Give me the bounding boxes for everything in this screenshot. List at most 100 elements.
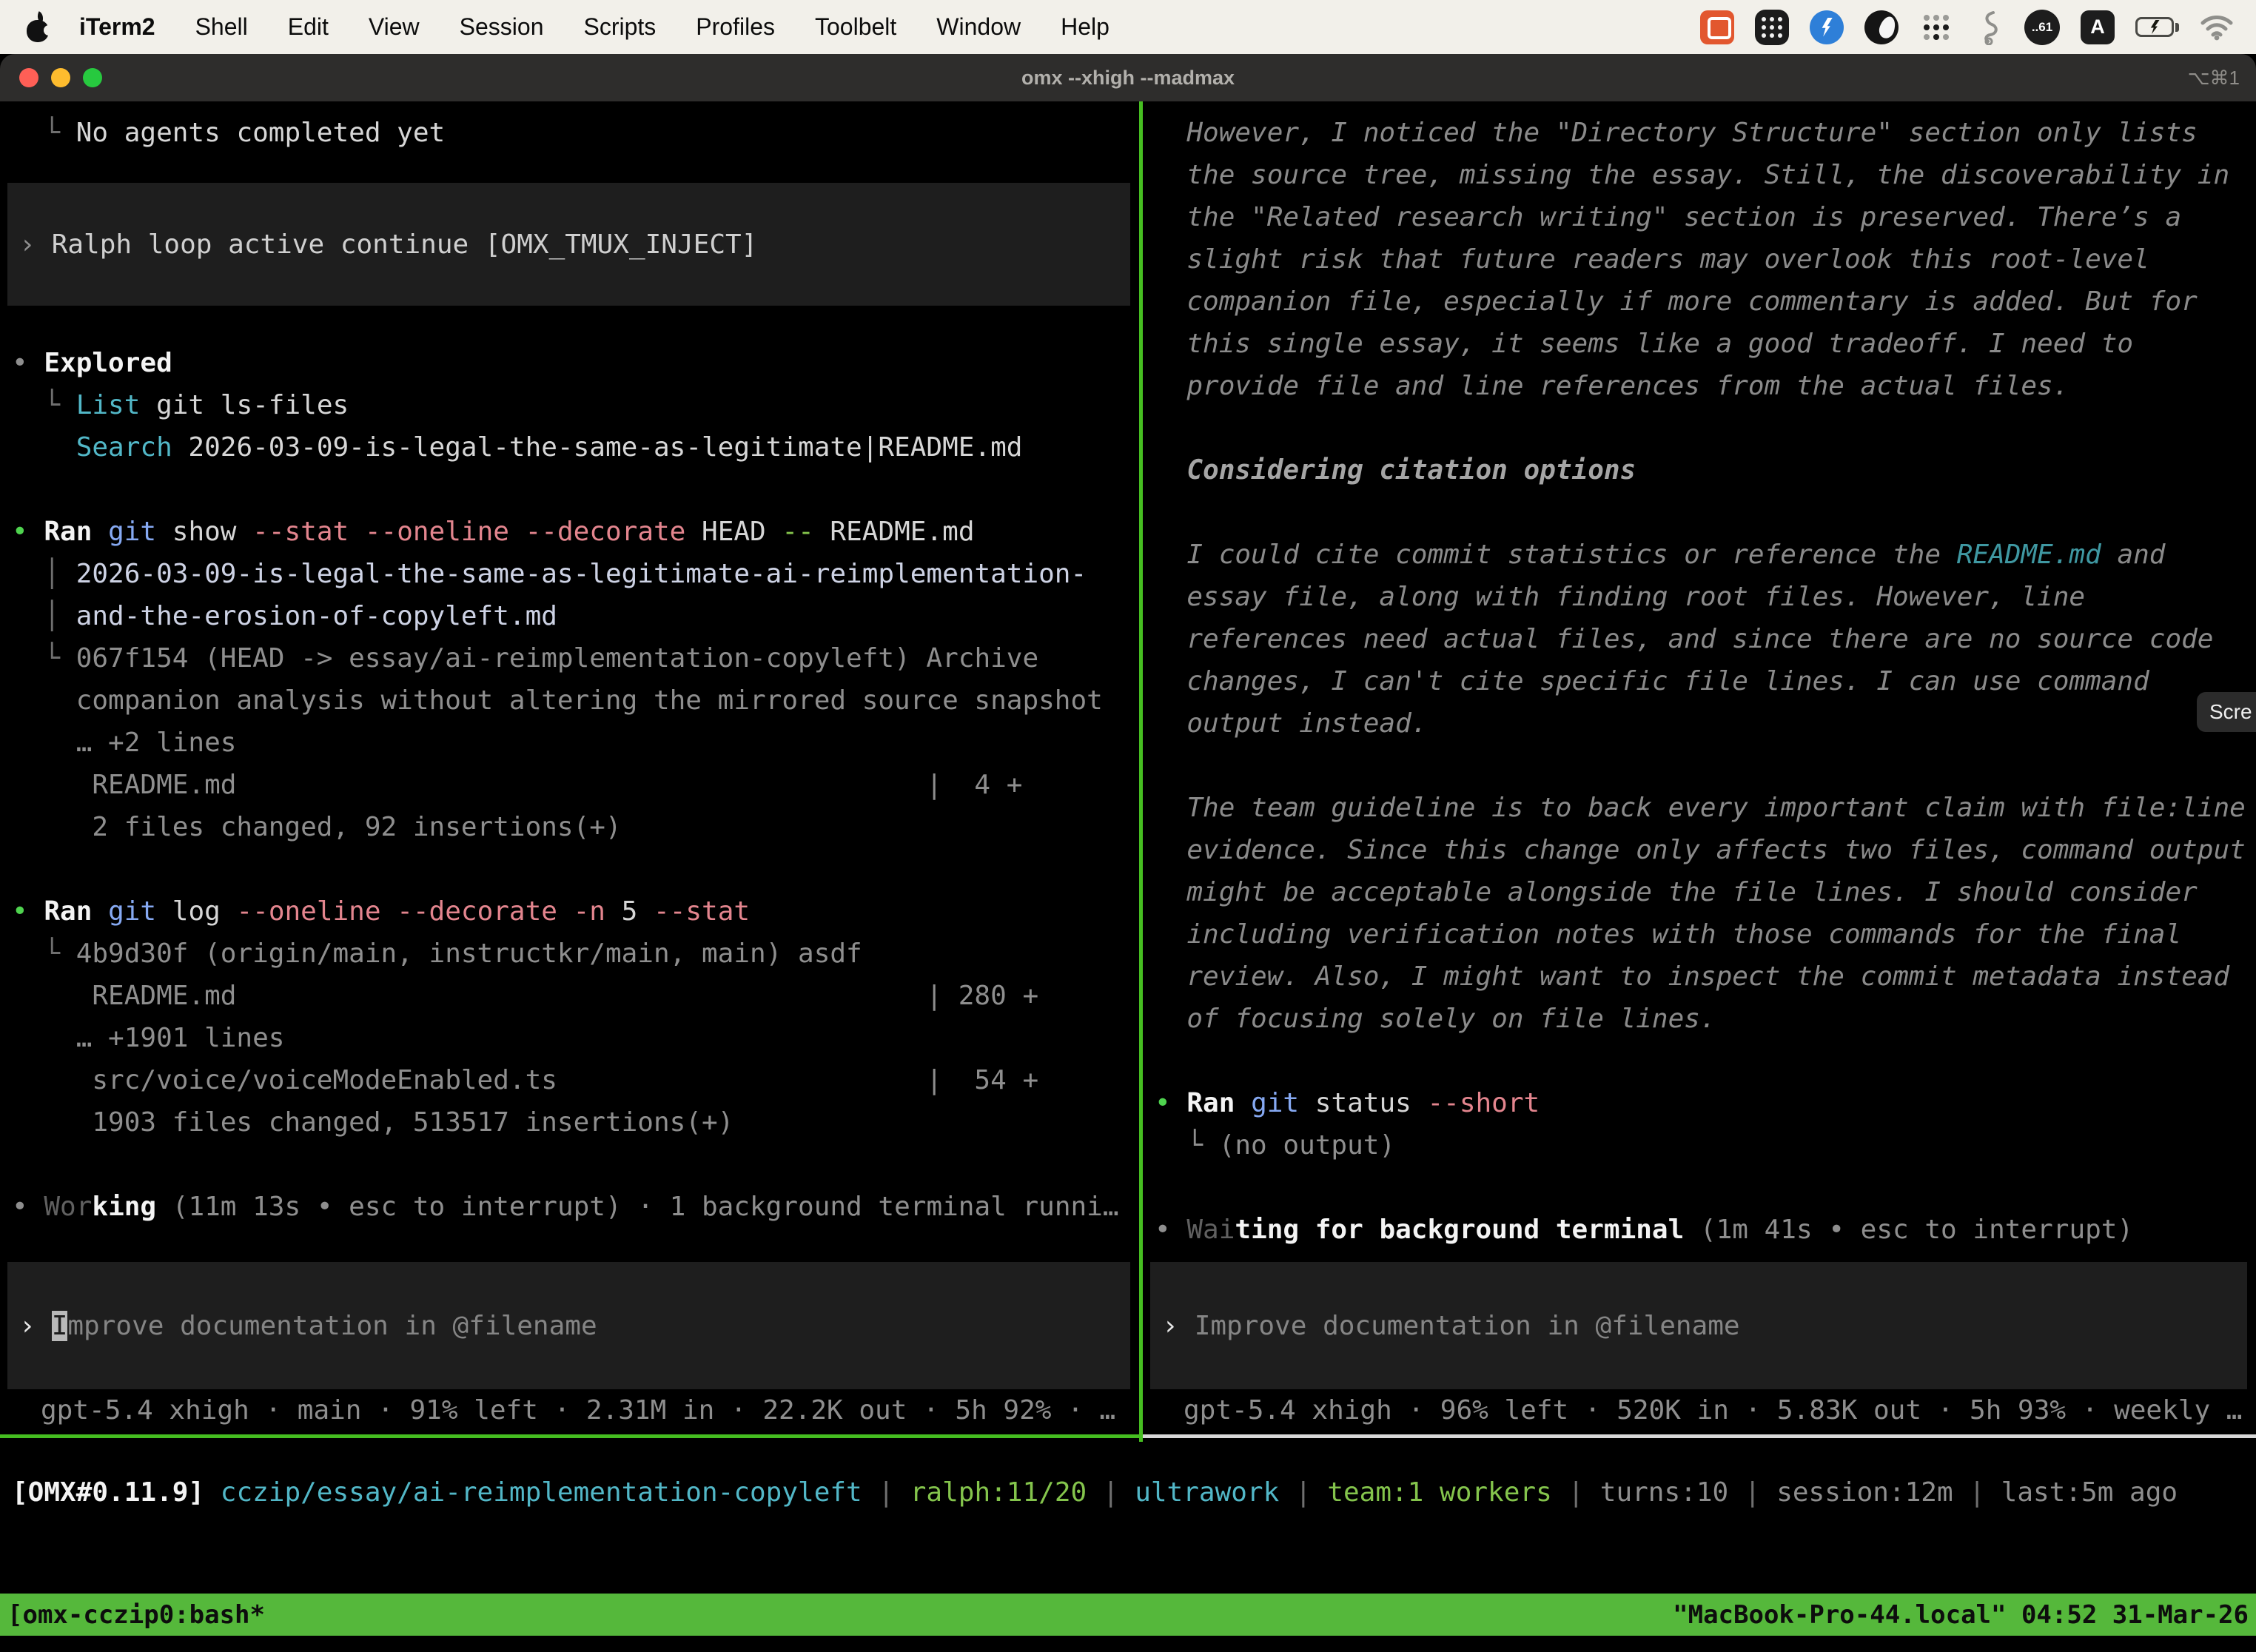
terminal-line: However, I noticed the "Directory Struct… <box>1155 112 2256 154</box>
menu-item-window[interactable]: Window <box>916 13 1041 41</box>
menu-item-profiles[interactable]: Profiles <box>676 13 795 41</box>
badge-a-icon[interactable]: A <box>2081 10 2115 44</box>
terminal-line: review. Also, I might want to inspect th… <box>1155 956 2256 998</box>
inject-prompt-text: Ralph loop active continue [OMX_TMUX_INJ… <box>52 229 758 260</box>
terminal-line <box>1155 407 2256 449</box>
terminal-line: └ (no output) <box>1155 1124 2256 1166</box>
left-input-cursor: I <box>52 1311 68 1341</box>
screen-overlay-label: Scre <box>2209 700 2252 724</box>
terminal-line: this single essay, it seems like a good … <box>1155 323 2256 365</box>
menu-item-edit[interactable]: Edit <box>268 13 349 41</box>
terminal-line: • Ran git log --oneline --decorate -n 5 … <box>12 890 1139 933</box>
bolt-glyph <box>1821 18 1833 37</box>
menu-item-scripts[interactable]: Scripts <box>563 13 676 41</box>
left-status-line: gpt-5.4 xhigh · main · 91% left · 2.31M … <box>41 1395 1115 1426</box>
battery-icon[interactable] <box>2135 10 2179 45</box>
terminal-line <box>1155 1166 2256 1209</box>
terminal-line: the source tree, missing the essay. Stil… <box>1155 154 2256 196</box>
terminal-line: the "Related research writing" section i… <box>1155 196 2256 238</box>
terminal-line: └ List git ls-files <box>12 384 1139 426</box>
badge-a-label: A <box>2090 16 2105 38</box>
menu-status-icons: ..61 A <box>1700 10 2234 45</box>
screen-overlay-button[interactable]: Scre <box>2197 692 2256 732</box>
terminal-line: README.md | 280 + <box>12 975 1139 1017</box>
left-pane-log: • Explored └ List git ls-files Search 20… <box>12 342 1139 1228</box>
terminal-line <box>12 1144 1139 1186</box>
badge-61-label: ..61 <box>2032 20 2052 35</box>
left-terminal-pane: └ No agents completed yet › Ralph loop ac… <box>0 101 1139 1438</box>
keypad-dots <box>1770 25 1774 30</box>
terminal-line: │ 2026-03-09-is-legal-the-same-as-legiti… <box>12 553 1139 595</box>
inject-prompt-box[interactable]: › Ralph loop active continue [OMX_TMUX_IN… <box>7 183 1130 306</box>
menu-item-view[interactable]: View <box>349 13 440 41</box>
terminal-line <box>1155 491 2256 534</box>
right-input-chevron: › <box>1162 1311 1178 1341</box>
terminal-line: • Working (11m 13s • esc to interrupt) ·… <box>12 1186 1139 1228</box>
left-input-box[interactable]: › Improve documentation in @filename <box>7 1262 1130 1389</box>
messages-app-icon[interactable] <box>1700 10 1734 44</box>
terminal-line <box>12 848 1139 890</box>
terminal-line: … +2 lines <box>12 722 1139 764</box>
terminal-line: src/voice/voiceModeEnabled.ts | 54 + <box>12 1059 1139 1101</box>
window-shortcut-badge: ⌥⌘1 <box>2188 67 2240 90</box>
terminal-line <box>1155 1040 2256 1082</box>
apple-menu-icon[interactable] <box>27 13 49 42</box>
battery-body <box>2135 17 2174 37</box>
menu-item-shell[interactable]: Shell <box>175 13 268 41</box>
terminal-line: README.md | 4 + <box>12 764 1139 806</box>
terminal-line: I could cite commit statistics or refere… <box>1155 534 2256 576</box>
menu-items: iTerm2ShellEditViewSessionScriptsProfile… <box>49 13 1129 41</box>
tmux-status-bar: [omx-cczip0:bash* "MacBook-Pro-44.local"… <box>0 1594 2256 1636</box>
terminal-line: • Explored <box>12 342 1139 384</box>
terminal-line: The team guideline is to back every impo… <box>1155 787 2256 829</box>
terminal-line: 2 files changed, 92 insertions(+) <box>12 806 1139 848</box>
terminal-line: │ and-the-erosion-of-copyleft.md <box>12 595 1139 637</box>
terminal-line: changes, I can't cite specific file line… <box>1155 660 2256 702</box>
terminal-line: output instead. <box>1155 702 2256 745</box>
right-input-box[interactable]: › Improve documentation in @filename <box>1150 1262 2247 1389</box>
terminal-line: companion analysis without altering the … <box>12 679 1139 722</box>
inject-prompt-chevron: › <box>19 229 36 260</box>
terminal-line: … +1901 lines <box>12 1017 1139 1059</box>
terminal-line: including verification notes with those … <box>1155 913 2256 956</box>
dark-crescent-icon[interactable] <box>1864 10 1899 44</box>
menu-item-iterm2[interactable]: iTerm2 <box>59 13 175 41</box>
keypad-badge-icon[interactable] <box>1755 10 1789 45</box>
terminal-line: provide file and line references from th… <box>1155 365 2256 407</box>
squiggle-icon[interactable] <box>1974 10 2004 45</box>
terminal-line: of focusing solely on file lines. <box>1155 998 2256 1040</box>
wifi-icon[interactable] <box>2200 10 2234 45</box>
left-input-placeholder: mprove documentation in @filename <box>67 1311 597 1341</box>
terminal-line: └ No agents completed yet <box>12 112 1139 154</box>
terminal-line: Considering citation options <box>1155 449 2256 491</box>
blue-bolt-badge-icon[interactable] <box>1810 10 1844 44</box>
terminal-line: might be acceptable alongside the file l… <box>1155 871 2256 913</box>
right-status-line: gpt-5.4 xhigh · 96% left · 520K in · 5.8… <box>1184 1395 2242 1426</box>
terminal-line: evidence. Since this change only affects… <box>1155 829 2256 871</box>
badge-61-icon[interactable]: ..61 <box>2024 10 2060 45</box>
right-input-placeholder: Improve documentation in @filename <box>1195 1311 1740 1341</box>
terminal-line: references need actual files, and since … <box>1155 618 2256 660</box>
terminal-line: └ 067f154 (HEAD -> essay/ai-reimplementa… <box>12 637 1139 679</box>
terminal-line: slight risk that future readers may over… <box>1155 238 2256 281</box>
terminal-line: └ 4b9d30f (origin/main, instructkr/main,… <box>12 933 1139 975</box>
left-input-chevron: › <box>19 1311 36 1341</box>
dot-grid-icon[interactable] <box>1919 10 1953 44</box>
tmux-host-clock: "MacBook-Pro-44.local" 04:52 31-Mar-26 <box>1673 1600 2249 1630</box>
menu-item-toolbelt[interactable]: Toolbelt <box>795 13 916 41</box>
apple-body <box>27 20 49 42</box>
terminal-line <box>1155 745 2256 787</box>
terminal-line: • Ran git show --stat --oneline --decora… <box>12 511 1139 553</box>
battery-nub <box>2175 23 2179 32</box>
tmux-session-label: [omx-cczip0:bash* <box>7 1600 265 1630</box>
terminal-line: 1903 files changed, 513517 insertions(+) <box>12 1101 1139 1144</box>
right-terminal-pane: However, I noticed the "Directory Struct… <box>1143 101 2256 1438</box>
terminal-line: • Waiting for background terminal (1m 41… <box>1155 1209 2256 1251</box>
menu-bar: iTerm2ShellEditViewSessionScriptsProfile… <box>0 0 2256 54</box>
window-title-bar: omx --xhigh --madmax ⌥⌘1 <box>0 54 2256 101</box>
grid-dots <box>1933 24 1939 30</box>
window-title: omx --xhigh --madmax <box>0 67 2256 90</box>
menu-item-session[interactable]: Session <box>440 13 564 41</box>
terminal-line: [OMX#0.11.9] cczip/essay/ai-reimplementa… <box>12 1471 2178 1514</box>
menu-item-help[interactable]: Help <box>1041 13 1129 41</box>
